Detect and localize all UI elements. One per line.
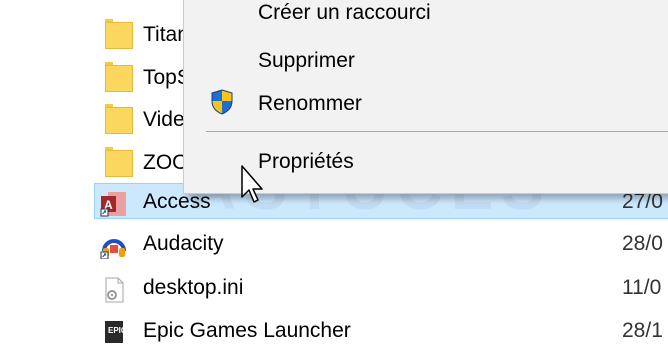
file-name: Vide xyxy=(143,108,185,131)
menu-item-create-shortcut[interactable]: Créer un raccourci xyxy=(258,0,431,27)
list-item[interactable]: EPIC Epic Games Launcher 28/1 xyxy=(0,313,668,349)
file-name: Epic Games Launcher xyxy=(143,319,351,342)
list-item[interactable]: desktop.ini 11/0 xyxy=(0,270,668,306)
file-name: Audacity xyxy=(143,232,224,255)
file-date: 28/0 xyxy=(622,232,663,255)
file-name: ZOO xyxy=(143,151,189,174)
folder-icon xyxy=(105,19,133,49)
menu-separator xyxy=(206,131,668,132)
folder-icon xyxy=(105,62,133,92)
audacity-icon xyxy=(100,233,128,260)
settings-file-icon xyxy=(100,277,128,303)
list-item[interactable]: Audacity 28/0 xyxy=(0,226,668,262)
menu-item-properties[interactable]: Propriétés xyxy=(258,148,354,176)
folder-icon xyxy=(105,147,133,177)
access-app-icon: A xyxy=(100,191,128,217)
file-name: desktop.ini xyxy=(143,276,244,299)
folder-icon xyxy=(105,104,133,134)
file-date: 11/0 xyxy=(622,276,662,299)
epic-games-icon: EPIC xyxy=(100,320,128,346)
svg-text:EPIC: EPIC xyxy=(108,326,127,335)
mouse-cursor-icon xyxy=(240,165,264,209)
menu-item-delete[interactable]: Supprimer xyxy=(258,47,355,75)
menu-item-rename[interactable]: Renommer xyxy=(258,90,362,118)
uac-shield-icon xyxy=(210,89,234,115)
file-date: 28/1 xyxy=(622,319,663,342)
